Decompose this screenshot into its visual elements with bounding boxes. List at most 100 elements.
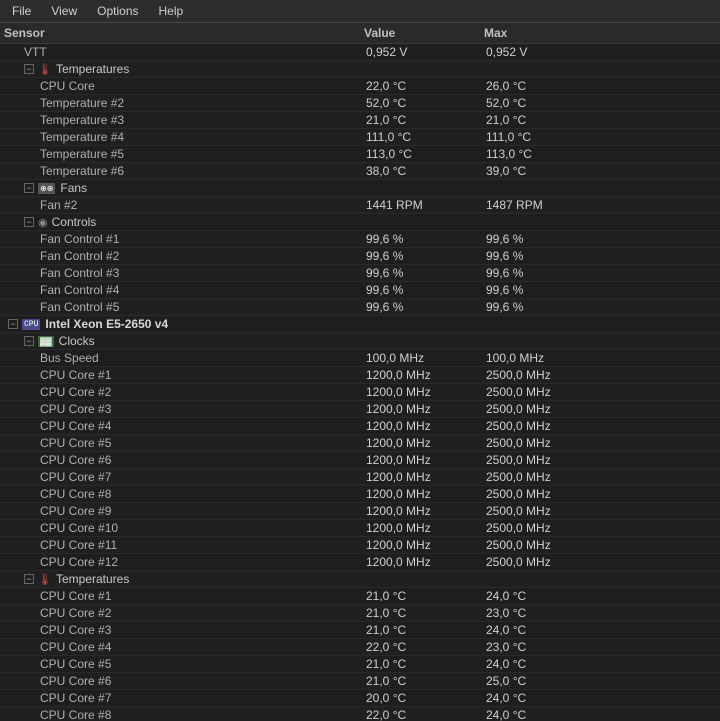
tree-row[interactable]: CPU Core #61200,0 MHz2500,0 MHz (0, 452, 720, 469)
tree-row[interactable]: −🌡Temperatures (0, 61, 720, 78)
max-cell: 21,0 °C (484, 113, 604, 127)
tree-row[interactable]: CPU Core #31200,0 MHz2500,0 MHz (0, 401, 720, 418)
max-cell: 111,0 °C (484, 130, 604, 144)
tree-row[interactable]: CPU Core #71200,0 MHz2500,0 MHz (0, 469, 720, 486)
section-label: Controls (52, 215, 97, 229)
tree-row[interactable]: Temperature #321,0 °C21,0 °C (0, 112, 720, 129)
tree-row[interactable]: CPU Core #121200,0 MHz2500,0 MHz (0, 554, 720, 571)
sensor-label: CPU Core #5 (40, 657, 111, 671)
sensor-label: Fan Control #2 (40, 249, 119, 263)
tree-row[interactable]: CPU Core #111200,0 MHz2500,0 MHz (0, 537, 720, 554)
tree-row[interactable]: −CPUIntel Xeon E5-2650 v4 (0, 316, 720, 333)
menu-help[interactable]: Help (151, 2, 192, 20)
clock-icon: ▓▓ (38, 336, 54, 347)
expand-icon[interactable]: − (24, 64, 34, 74)
expand-icon[interactable]: − (24, 336, 34, 346)
menu-file[interactable]: File (4, 2, 39, 20)
value-cell: 21,0 °C (364, 657, 484, 671)
tree-row[interactable]: Fan Control #599,6 %99,6 % (0, 299, 720, 316)
menu-options[interactable]: Options (89, 2, 146, 20)
max-cell: 24,0 °C (484, 657, 604, 671)
value-cell: 99,6 % (364, 232, 484, 246)
expand-icon[interactable]: − (24, 217, 34, 227)
tree-row[interactable]: Fan Control #499,6 %99,6 % (0, 282, 720, 299)
section-label: Fans (60, 181, 87, 195)
header-max: Max (484, 26, 604, 40)
tree-row[interactable]: Fan Control #399,6 %99,6 % (0, 265, 720, 282)
expand-icon[interactable]: − (24, 183, 34, 193)
tree-row[interactable]: Fan #21441 RPM1487 RPM (0, 197, 720, 214)
sensor-label: CPU Core #8 (40, 708, 111, 721)
tree-row[interactable]: Temperature #252,0 °C52,0 °C (0, 95, 720, 112)
tree-row[interactable]: CPU Core #51200,0 MHz2500,0 MHz (0, 435, 720, 452)
tree-row[interactable]: CPU Core #101200,0 MHz2500,0 MHz (0, 520, 720, 537)
value-cell: 99,6 % (364, 249, 484, 263)
section-label: Clocks (59, 334, 95, 348)
tree-row[interactable]: Temperature #4111,0 °C111,0 °C (0, 129, 720, 146)
tree-row[interactable]: CPU Core #11200,0 MHz2500,0 MHz (0, 367, 720, 384)
sensor-label: Temperature #4 (40, 130, 124, 144)
value-cell: 1200,0 MHz (364, 538, 484, 552)
tree-row[interactable]: −⊕⊕Fans (0, 180, 720, 197)
tree-row[interactable]: −▓▓ Clocks (0, 333, 720, 350)
max-cell: 99,6 % (484, 249, 604, 263)
max-cell: 2500,0 MHz (484, 470, 604, 484)
cpu-icon: CPU (22, 319, 40, 330)
max-cell: 99,6 % (484, 266, 604, 280)
max-cell: 2500,0 MHz (484, 521, 604, 535)
menu-view[interactable]: View (43, 2, 85, 20)
tree-row[interactable]: CPU Core #321,0 °C24,0 °C (0, 622, 720, 639)
max-cell: 2500,0 MHz (484, 453, 604, 467)
tree-row[interactable]: VTT0,952 V0,952 V (0, 44, 720, 61)
tree-row[interactable]: −🌡 Temperatures (0, 571, 720, 588)
value-cell: 22,0 °C (364, 640, 484, 654)
value-cell: 1200,0 MHz (364, 555, 484, 569)
tree-body[interactable]: VTT0,952 V0,952 V−🌡TemperaturesCPU Core2… (0, 44, 720, 721)
value-cell: 21,0 °C (364, 674, 484, 688)
tree-row[interactable]: Temperature #5113,0 °C113,0 °C (0, 146, 720, 163)
sensor-label: CPU Core #10 (40, 521, 118, 535)
section-label: Temperatures (56, 572, 129, 586)
sensor-label: CPU Core #9 (40, 504, 111, 518)
max-cell: 52,0 °C (484, 96, 604, 110)
sensor-label: CPU Core #7 (40, 691, 111, 705)
tree-row[interactable]: −◉ Controls (0, 214, 720, 231)
sensor-label: Bus Speed (40, 351, 99, 365)
tree-row[interactable]: CPU Core #221,0 °C23,0 °C (0, 605, 720, 622)
tree-row[interactable]: CPU Core #5 21,0 °C24,0 °C (0, 656, 720, 673)
sensor-label: Fan Control #5 (40, 300, 119, 314)
value-cell: 1200,0 MHz (364, 419, 484, 433)
max-cell: 99,6 % (484, 232, 604, 246)
temp-icon: 🌡 (38, 573, 52, 586)
section-label: Temperatures (56, 62, 129, 76)
tree-row[interactable]: CPU Core #91200,0 MHz2500,0 MHz (0, 503, 720, 520)
tree-row[interactable]: CPU Core #822,0 °C24,0 °C (0, 707, 720, 721)
sensor-label: CPU Core #4 (40, 419, 111, 433)
max-cell: 2500,0 MHz (484, 487, 604, 501)
max-cell: 2500,0 MHz (484, 555, 604, 569)
control-icon: ◉ (38, 216, 48, 229)
expand-icon[interactable]: − (8, 319, 18, 329)
expand-icon[interactable]: − (24, 574, 34, 584)
max-cell: 2500,0 MHz (484, 504, 604, 518)
value-cell: 1200,0 MHz (364, 368, 484, 382)
tree-row[interactable]: CPU Core22,0 °C26,0 °C (0, 78, 720, 95)
tree-row[interactable]: CPU Core #720,0 °C24,0 °C (0, 690, 720, 707)
max-cell: 24,0 °C (484, 589, 604, 603)
tree-row[interactable]: CPU Core #41200,0 MHz2500,0 MHz (0, 418, 720, 435)
sensor-label: CPU Core #4 (40, 640, 111, 654)
header-value: Value (364, 26, 484, 40)
tree-row[interactable]: Bus Speed100,0 MHz100,0 MHz (0, 350, 720, 367)
max-cell: 24,0 °C (484, 691, 604, 705)
sensor-label: CPU Core #2 (40, 385, 111, 399)
tree-row[interactable]: CPU Core #621,0 °C25,0 °C (0, 673, 720, 690)
value-cell: 0,952 V (364, 45, 484, 59)
sensor-label: Temperature #2 (40, 96, 124, 110)
tree-row[interactable]: Fan Control #199,6 %99,6 % (0, 231, 720, 248)
tree-row[interactable]: CPU Core #81200,0 MHz2500,0 MHz (0, 486, 720, 503)
tree-row[interactable]: Fan Control #2 99,6 %99,6 % (0, 248, 720, 265)
tree-row[interactable]: CPU Core #422,0 °C23,0 °C (0, 639, 720, 656)
tree-row[interactable]: Temperature #638,0 °C39,0 °C (0, 163, 720, 180)
tree-row[interactable]: CPU Core #21200,0 MHz2500,0 MHz (0, 384, 720, 401)
tree-row[interactable]: CPU Core #121,0 °C24,0 °C (0, 588, 720, 605)
